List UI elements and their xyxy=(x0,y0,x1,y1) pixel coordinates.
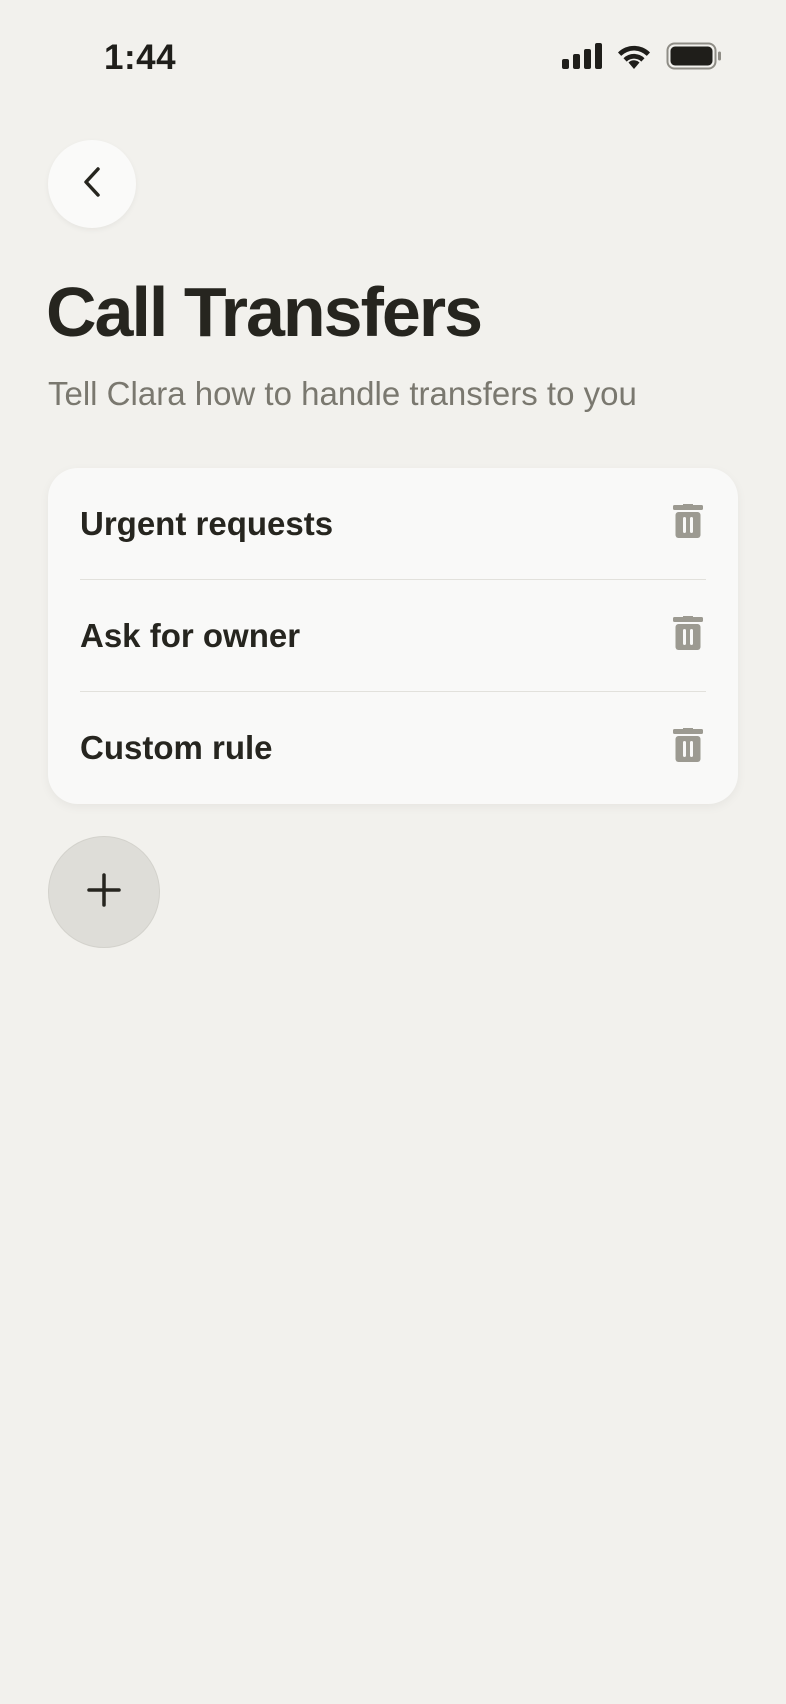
rule-item-urgent-requests[interactable]: Urgent requests xyxy=(80,468,706,579)
status-time: 1:44 xyxy=(104,38,177,77)
wifi-icon xyxy=(616,43,652,74)
cellular-signal-icon xyxy=(562,42,602,74)
add-rule-button[interactable] xyxy=(48,836,160,948)
plus-icon xyxy=(87,872,121,912)
delete-rule-button[interactable] xyxy=(666,502,710,546)
rule-item-custom-rule[interactable]: Custom rule xyxy=(80,691,706,803)
rule-label: Custom rule xyxy=(80,728,273,766)
trash-icon xyxy=(673,615,703,655)
delete-rule-button[interactable] xyxy=(666,614,710,658)
transfer-rules-list: Urgent requests Ask for owner Custom rul… xyxy=(48,468,738,804)
page-subtitle: Tell Clara how to handle transfers to yo… xyxy=(48,375,637,412)
page-title: Call Transfers xyxy=(46,273,483,351)
back-button[interactable] xyxy=(48,140,136,228)
delete-rule-button[interactable] xyxy=(666,726,710,770)
status-icons xyxy=(562,42,722,75)
trash-icon xyxy=(673,503,703,543)
rule-label: Ask for owner xyxy=(80,616,301,654)
chevron-left-icon xyxy=(80,165,104,204)
battery-icon xyxy=(666,42,722,75)
trash-icon xyxy=(673,727,703,767)
rule-item-ask-for-owner[interactable]: Ask for owner xyxy=(80,579,706,691)
status-bar: 1:44 xyxy=(0,0,786,118)
rule-label: Urgent requests xyxy=(80,504,334,542)
